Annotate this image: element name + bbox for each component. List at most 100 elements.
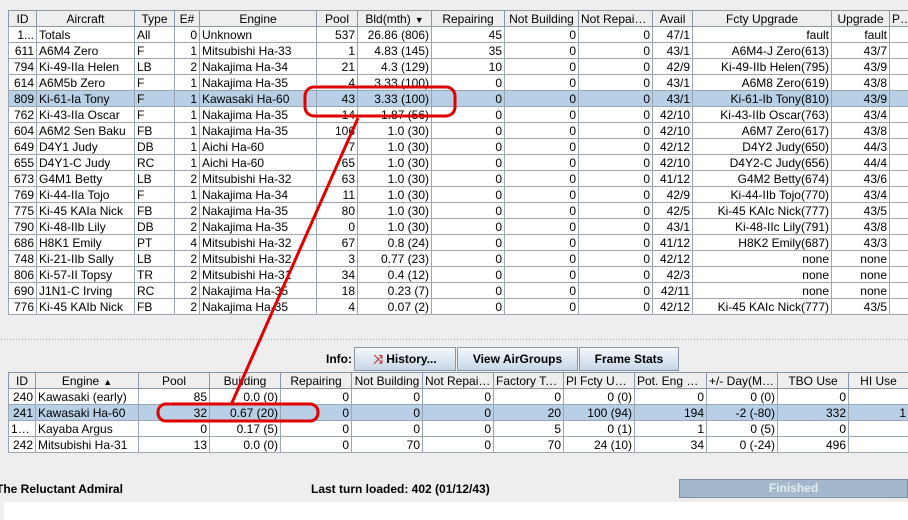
column-header[interactable]: Type	[134, 10, 175, 27]
table-cell[interactable]: Ki-45 KAIc Nick(777)	[692, 202, 832, 219]
table-cell[interactable]: 790	[8, 218, 37, 235]
table-cell[interactable]: 0	[578, 74, 653, 91]
table-cell[interactable]: 34	[634, 436, 707, 453]
table-cell[interactable]: 0	[578, 58, 653, 75]
table-cell[interactable]: 0	[431, 154, 505, 171]
column-header[interactable]: E#	[174, 10, 200, 27]
table-row[interactable]: 806 Ki-57-II Topsy TR 2 Mitsubishi Ha-31 34 0.…	[8, 266, 908, 283]
table-row[interactable]: 769 Ki-44-IIa Tojo F 1 Nakajima Ha-34 11 1.0 (…	[8, 186, 908, 203]
table-cell[interactable]: A6M4-J Zero(613)	[692, 42, 832, 59]
table-cell[interactable]: 45	[431, 26, 505, 43]
column-header[interactable]: Factory Total	[493, 372, 564, 389]
table-cell[interactable]: 10	[431, 58, 505, 75]
table-cell[interactable]: F	[134, 74, 175, 91]
table-cell[interactable]: H8K2 Emily(687)	[692, 234, 832, 251]
column-header[interactable]: Building	[209, 372, 281, 389]
table-cell[interactable]: 0	[578, 266, 653, 283]
table-cell[interactable]: Ki-48-IIc Lily(791)	[692, 218, 832, 235]
table-cell[interactable]: 4	[316, 298, 358, 315]
table-cell[interactable]: 0	[504, 26, 579, 43]
table-cell[interactable]	[889, 90, 908, 107]
table-cell[interactable]: 0	[504, 298, 579, 315]
table-cell[interactable]: 20	[493, 404, 564, 421]
table-cell[interactable]: Mitsubishi Ha-32	[199, 250, 317, 267]
column-header[interactable]: Not Repairi...	[422, 372, 494, 389]
table-cell[interactable]: 1...	[8, 26, 37, 43]
table-cell[interactable]: 0	[578, 154, 653, 171]
table-cell[interactable]: 21	[316, 58, 358, 75]
table-cell[interactable]: Nakajima Ha-35	[199, 74, 317, 91]
table-cell[interactable]	[889, 234, 908, 251]
table-cell[interactable]: 809	[8, 90, 37, 107]
table-cell[interactable]: 0	[504, 90, 579, 107]
table-cell[interactable]: 80	[316, 202, 358, 219]
table-row[interactable]: 649 D4Y1 Judy DB 1 Aichi Ha-60 7 1.0 (30) 0 0 0 42…	[8, 138, 908, 155]
table-cell[interactable]: 43/3	[831, 234, 890, 251]
table-cell[interactable]: 0	[578, 298, 653, 315]
table-cell[interactable]: 0	[504, 250, 579, 267]
table-row[interactable]: 240 Kawasaki (early) 85 0.0 (0) 0 0 0 0 0 (0) 0 0 …	[8, 388, 908, 405]
table-row[interactable]: 241 Kawasaki Ha-60 32 0.67 (20) 0 0 0 20 100 (94…	[8, 404, 908, 421]
table-cell[interactable]: 673	[8, 170, 37, 187]
table-cell[interactable]: 0	[578, 170, 653, 187]
table-cell[interactable]: 0	[431, 298, 505, 315]
table-cell[interactable]: 2	[174, 282, 200, 299]
table-cell[interactable]: 0	[280, 420, 352, 437]
table-cell[interactable]: 42/12	[652, 250, 693, 267]
table-cell[interactable]: 85	[138, 388, 210, 405]
table-cell[interactable]	[889, 186, 908, 203]
table-cell[interactable]: 32	[138, 404, 210, 421]
table-cell[interactable]: 0	[422, 420, 494, 437]
table-cell[interactable]: 4	[316, 74, 358, 91]
table-cell[interactable]: 194	[634, 404, 707, 421]
table-cell[interactable]: D4Y1 Judy	[36, 138, 135, 155]
table-cell[interactable]: 42/3	[652, 266, 693, 283]
table-cell[interactable]	[848, 420, 908, 437]
table-cell[interactable]: Ki-61-Ib Tony(810)	[692, 90, 832, 107]
table-cell[interactable]: 43/5	[831, 298, 890, 315]
table-cell[interactable]: 1.0 (30)	[357, 170, 432, 187]
table-cell[interactable]: 43/9	[831, 58, 890, 75]
table-cell[interactable]: 0	[777, 388, 849, 405]
table-cell[interactable]: G4M1 Betty	[36, 170, 135, 187]
table-cell[interactable]: 1	[634, 420, 707, 437]
table-cell[interactable]: 67	[316, 234, 358, 251]
table-cell[interactable]: 3.33 (100)	[357, 90, 432, 107]
table-cell[interactable]: 0	[493, 388, 564, 405]
table-cell[interactable]: 0	[431, 186, 505, 203]
table-cell[interactable]: 3	[316, 250, 358, 267]
table-cell[interactable]: Ki-43-IIb Oscar(763)	[692, 106, 832, 123]
table-cell[interactable]: 43/7	[831, 42, 890, 59]
table-row[interactable]: 776 Ki-45 KAIb Nick FB 2 Nakajima Ha-35 4 0.07…	[8, 298, 908, 315]
table-cell[interactable]: 614	[8, 74, 37, 91]
table-row[interactable]: 673 G4M1 Betty LB 2 Mitsubishi Ha-32 63 1.0 (3…	[8, 170, 908, 187]
table-cell[interactable]: 0.23 (7)	[357, 282, 432, 299]
table-cell[interactable]: 0	[280, 436, 352, 453]
table-cell[interactable]: LB	[134, 170, 175, 187]
frame-stats-button[interactable]: Frame Stats	[579, 347, 679, 371]
table-cell[interactable]: Nakajima Ha-35	[199, 122, 317, 139]
table-cell[interactable]: none	[692, 282, 832, 299]
table-cell[interactable]: 42/10	[652, 122, 693, 139]
table-cell[interactable]: 0	[138, 420, 210, 437]
table-cell[interactable]	[889, 58, 908, 75]
table-cell[interactable]: 769	[8, 186, 37, 203]
table-cell[interactable]: 1	[174, 186, 200, 203]
table-cell[interactable]: 0	[504, 138, 579, 155]
table-cell[interactable]: 1	[174, 138, 200, 155]
table-cell[interactable]: 0.8 (24)	[357, 234, 432, 251]
table-cell[interactable]: 0.0 (0)	[209, 388, 281, 405]
table-row[interactable]: 1... Totals All 0 Unknown 537 26.86 (806) 45 0 0 4…	[8, 26, 908, 43]
table-cell[interactable]: 1	[174, 106, 200, 123]
table-cell[interactable]: 47/1	[652, 26, 693, 43]
table-cell[interactable]: Kayaba Argus	[35, 420, 139, 437]
table-cell[interactable]: 0	[422, 404, 494, 421]
table-cell[interactable]: 43/6	[831, 170, 890, 187]
column-header[interactable]: Fcty Upgrade	[692, 10, 832, 27]
table-cell[interactable]: 2	[174, 250, 200, 267]
table-cell[interactable]: A6M2 Sen Baku	[36, 122, 135, 139]
table-cell[interactable]: 0	[280, 404, 352, 421]
table-cell[interactable]	[848, 436, 908, 453]
table-cell[interactable]: 0	[316, 218, 358, 235]
table-cell[interactable]: 0.77 (23)	[357, 250, 432, 267]
